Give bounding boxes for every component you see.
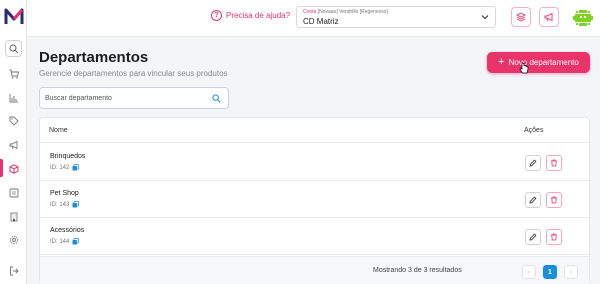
trash-icon xyxy=(551,233,557,241)
pencil-icon xyxy=(529,233,537,241)
mouse-cursor-icon xyxy=(519,62,529,74)
help-link[interactable]: ? Precisa de ajuda? xyxy=(211,10,290,21)
sidebar-item-orders[interactable] xyxy=(5,65,22,82)
copy-icon[interactable] xyxy=(72,164,80,171)
page-title: Departamentos xyxy=(39,49,149,66)
department-name: Pet Shop xyxy=(50,190,79,197)
page-button-current[interactable]: 1 xyxy=(543,265,557,279)
list-icon xyxy=(9,188,18,197)
megaphone-icon xyxy=(544,12,553,22)
announcements-button[interactable] xyxy=(539,7,559,27)
chevron-down-icon xyxy=(481,15,489,20)
tag-icon xyxy=(9,116,19,126)
top-header: ? Precisa de ajuda? Conta [Novaao] Vendr… xyxy=(27,0,600,37)
pencil-icon xyxy=(529,196,537,204)
account-context: Conta [Novaao] Vendrillo [Regenesso] xyxy=(303,9,388,15)
column-actions: Ações xyxy=(524,127,544,134)
active-indicator xyxy=(0,159,3,177)
table-row: Pet Shop ID: 143 xyxy=(40,181,589,218)
department-id: ID: 142 xyxy=(50,164,80,171)
department-id: ID: 144 xyxy=(50,238,80,245)
building-icon xyxy=(10,212,17,221)
edit-button[interactable] xyxy=(525,155,541,171)
delete-button[interactable] xyxy=(546,192,562,208)
account-selector[interactable]: Conta [Novaao] Vendrillo [Regenesso] CD … xyxy=(296,6,496,28)
pagination: Mostrando 3 de 3 resultados ‹ 1 › xyxy=(40,256,589,284)
table-row: Brinquedos ID: 142 xyxy=(40,144,589,181)
copy-icon[interactable] xyxy=(72,238,80,245)
logout-icon xyxy=(9,266,19,275)
copy-icon[interactable] xyxy=(72,201,80,208)
delete-button[interactable] xyxy=(546,155,562,171)
gear-icon xyxy=(9,235,18,244)
edit-button[interactable] xyxy=(525,192,541,208)
department-id: ID: 143 xyxy=(50,201,80,208)
chart-icon xyxy=(9,93,18,102)
table-header: Nome Ações xyxy=(40,118,589,143)
avatar[interactable] xyxy=(572,7,594,29)
sidebar-item-reports[interactable] xyxy=(5,89,22,106)
sidebar-search-button[interactable] xyxy=(5,40,22,57)
delete-button[interactable] xyxy=(546,229,562,245)
megaphone-icon xyxy=(9,140,17,149)
pagination-info: Mostrando 3 de 3 resultados xyxy=(373,267,462,274)
departments-table: Nome Ações Brinquedos ID: 142 Pet Shop I… xyxy=(39,117,590,284)
help-label: Precisa de ajuda? xyxy=(226,11,291,20)
sidebar-item-tags[interactable] xyxy=(5,112,22,129)
next-page-button[interactable]: › xyxy=(564,265,578,279)
new-department-button[interactable]: + Novo departamento xyxy=(487,52,590,73)
prev-page-button[interactable]: ‹ xyxy=(522,265,536,279)
plus-icon: + xyxy=(498,56,505,68)
pencil-icon xyxy=(529,159,537,167)
department-name: Brinquedos xyxy=(50,153,86,160)
logo-icon[interactable] xyxy=(3,6,25,28)
search-icon[interactable] xyxy=(212,94,221,103)
account-selected: CD Matriz xyxy=(303,17,339,26)
page-subtitle: Gerencie departamentos para vincular seu… xyxy=(39,69,228,78)
search-input[interactable] xyxy=(45,92,205,105)
column-name: Nome xyxy=(49,127,68,134)
sidebar-item-company[interactable] xyxy=(5,208,22,225)
department-name: Acessórios xyxy=(50,227,85,234)
sidebar xyxy=(0,0,27,284)
sidebar-item-products[interactable] xyxy=(5,160,22,177)
sidebar-item-catalog[interactable] xyxy=(5,184,22,201)
sidebar-logout-button[interactable] xyxy=(5,262,22,279)
sidebar-item-settings[interactable] xyxy=(5,231,22,248)
trash-icon xyxy=(551,196,557,204)
table-row: Acessórios ID: 144 xyxy=(40,218,589,255)
cart-icon xyxy=(9,69,19,79)
layers-button[interactable] xyxy=(511,7,531,27)
box-icon xyxy=(9,163,18,174)
layers-icon xyxy=(516,12,526,22)
search-icon xyxy=(9,44,18,53)
help-icon: ? xyxy=(211,10,222,21)
trash-icon xyxy=(551,159,557,167)
sidebar-item-marketing[interactable] xyxy=(5,136,22,153)
edit-button[interactable] xyxy=(525,229,541,245)
department-search xyxy=(39,87,229,109)
